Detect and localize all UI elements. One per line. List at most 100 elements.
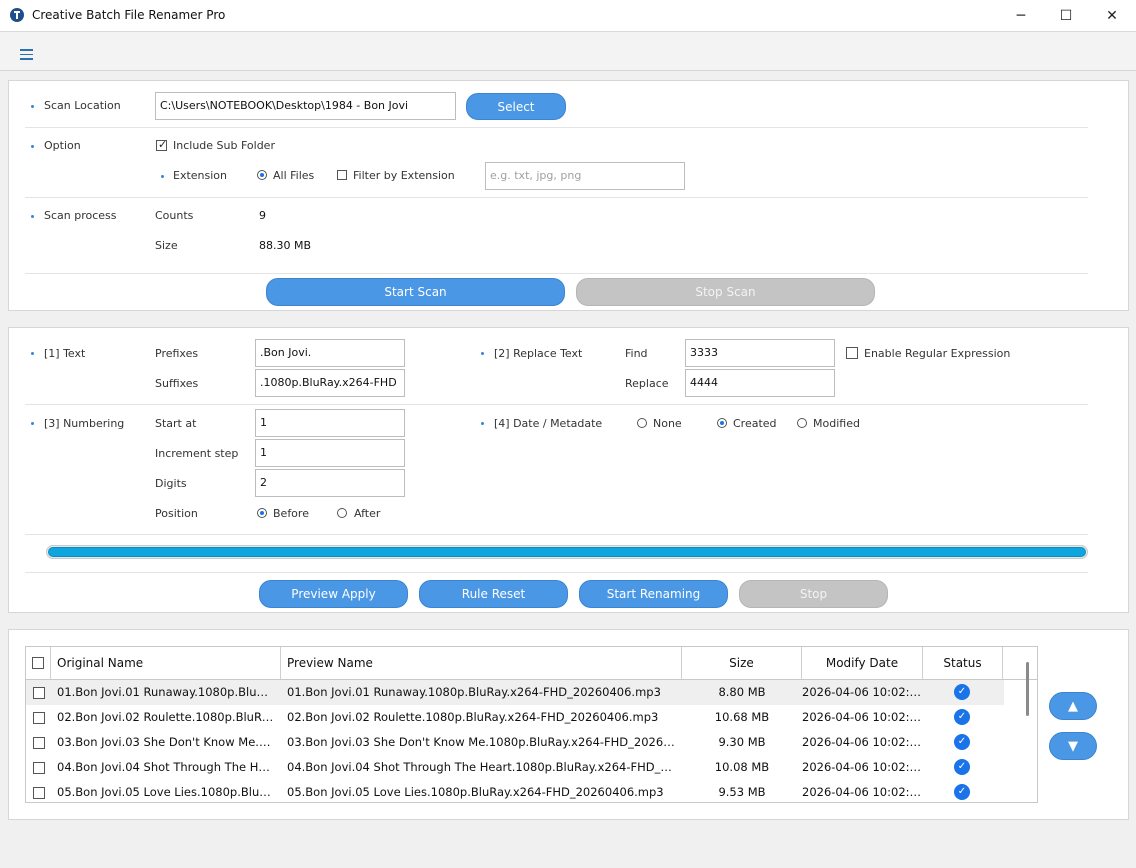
position-after-radio[interactable] xyxy=(337,508,347,518)
extension-filter-input[interactable]: e.g. txt, jpg, png xyxy=(485,162,685,190)
prefixes-input[interactable]: .Bon Jovi. xyxy=(255,339,405,367)
all-files-radio[interactable] xyxy=(257,170,267,180)
divider xyxy=(25,534,1088,535)
header-filler xyxy=(1003,647,1037,680)
row-checkbox[interactable] xyxy=(33,687,45,699)
move-down-button[interactable]: ▼ xyxy=(1049,732,1097,760)
preview-apply-button[interactable]: Preview Apply xyxy=(259,580,408,608)
rule-reset-button[interactable]: Rule Reset xyxy=(419,580,568,608)
text-rule-label: [1] Text xyxy=(44,347,86,360)
row-checkbox[interactable] xyxy=(33,737,45,749)
increment-step-input[interactable]: 1 xyxy=(255,439,405,467)
preview-name-cell: 05.Bon Jovi.05 Love Lies.1080p.BluRay.x2… xyxy=(287,785,664,799)
start-renaming-button[interactable]: Start Renaming xyxy=(579,580,728,608)
position-label: Position xyxy=(155,507,198,520)
table-body: 01.Bon Jovi.01 Runaway.1080p.BluR... 01.B… xyxy=(26,680,1004,802)
row-checkbox[interactable] xyxy=(33,787,45,799)
preview-name-cell: 04.Bon Jovi.04 Shot Through The Heart.10… xyxy=(287,760,676,774)
maximize-button[interactable]: ☐ xyxy=(1043,0,1089,31)
date-none-label: None xyxy=(653,417,682,430)
position-before-radio[interactable] xyxy=(257,508,267,518)
scan-location-input[interactable]: C:\Users\NOTEBOOK\Desktop\1984 - Bon Jov… xyxy=(155,92,456,120)
bullet-icon xyxy=(481,352,484,355)
status-check-icon: ✓ xyxy=(954,759,970,775)
move-up-button[interactable]: ▲ xyxy=(1049,692,1097,720)
table-row[interactable]: 03.Bon Jovi.03 She Don't Know Me.1... 03.… xyxy=(26,730,1004,755)
divider xyxy=(25,572,1088,573)
suffixes-input[interactable]: .1080p.BluRay.x264-FHD xyxy=(255,369,405,397)
table-scrollbar[interactable] xyxy=(1026,662,1029,716)
size-header[interactable]: Size xyxy=(682,647,802,680)
bullet-icon xyxy=(31,145,34,148)
select-all-checkbox[interactable] xyxy=(32,657,44,669)
bullet-icon xyxy=(31,105,34,108)
size-value: 88.30 MB xyxy=(259,239,312,252)
date-modified-label: Modified xyxy=(813,417,860,430)
app-logo-icon xyxy=(10,8,24,22)
table-row[interactable]: 01.Bon Jovi.01 Runaway.1080p.BluR... 01.B… xyxy=(26,680,1004,705)
start-at-input[interactable]: 1 xyxy=(255,409,405,437)
position-before-label: Before xyxy=(273,507,309,520)
rules-panel: [1] Text Prefixes .Bon Jovi. Suffixes .1… xyxy=(8,327,1129,613)
status-check-icon: ✓ xyxy=(954,684,970,700)
counts-value: 9 xyxy=(259,209,266,222)
scan-process-label: Scan process xyxy=(44,209,117,222)
size-cell: 8.80 MB xyxy=(718,685,766,699)
digits-input[interactable]: 2 xyxy=(255,469,405,497)
counts-label: Counts xyxy=(155,209,194,222)
status-check-icon: ✓ xyxy=(954,784,970,800)
close-button[interactable]: ✕ xyxy=(1089,0,1135,31)
size-cell: 10.08 MB xyxy=(714,760,770,774)
extension-label: Extension xyxy=(173,169,228,182)
table-row[interactable]: 02.Bon Jovi.02 Roulette.1080p.BluRay... 0… xyxy=(26,705,1004,730)
divider xyxy=(25,404,1088,405)
preview-name-cell: 01.Bon Jovi.01 Runaway.1080p.BluRay.x264… xyxy=(287,685,661,699)
original-name-cell: 01.Bon Jovi.01 Runaway.1080p.BluR... xyxy=(57,685,275,699)
date-metadata-label: [4] Date / Metadate xyxy=(494,417,603,430)
title-bar: Creative Batch File Renamer Pro ─ ☐ ✕ xyxy=(0,0,1136,32)
original-name-header[interactable]: Original Name xyxy=(51,647,281,680)
stop-scan-button[interactable]: Stop Scan xyxy=(576,278,875,306)
filter-by-extension-checkbox[interactable] xyxy=(337,170,347,180)
table-row[interactable]: 04.Bon Jovi.04 Shot Through The He... 04.… xyxy=(26,755,1004,780)
date-none-radio[interactable] xyxy=(637,418,647,428)
menu-bar xyxy=(0,32,1136,71)
original-name-cell: 03.Bon Jovi.03 She Don't Know Me.1... xyxy=(57,735,275,749)
row-checkbox[interactable] xyxy=(33,762,45,774)
all-files-label: All Files xyxy=(273,169,315,182)
window-title: Creative Batch File Renamer Pro xyxy=(32,8,226,22)
find-input[interactable]: 3333 xyxy=(685,339,835,367)
divider xyxy=(25,127,1088,128)
position-after-label: After xyxy=(354,507,381,520)
replace-text-label: [2] Replace Text xyxy=(494,347,583,360)
modify-date-cell: 2026-04-06 10:02:25 xyxy=(802,710,923,724)
date-modified-radio[interactable] xyxy=(797,418,807,428)
size-label: Size xyxy=(155,239,178,252)
hamburger-menu-icon[interactable] xyxy=(20,49,34,60)
digits-label: Digits xyxy=(155,477,187,490)
replace-input[interactable]: 4444 xyxy=(685,369,835,397)
start-at-label: Start at xyxy=(155,417,197,430)
table-row[interactable]: 05.Bon Jovi.05 Love Lies.1080p.BluR... 05… xyxy=(26,780,1004,802)
modify-date-cell: 2026-04-06 10:02:26 xyxy=(802,760,923,774)
enable-regex-checkbox[interactable] xyxy=(846,347,858,359)
modify-date-header[interactable]: Modify Date xyxy=(802,647,923,680)
select-folder-button[interactable]: Select xyxy=(466,93,566,120)
row-checkbox[interactable] xyxy=(33,712,45,724)
preview-name-header[interactable]: Preview Name xyxy=(281,647,682,680)
suffixes-label: Suffixes xyxy=(155,377,199,390)
include-sub-folder-checkbox[interactable] xyxy=(156,138,167,151)
size-cell: 9.30 MB xyxy=(718,735,766,749)
date-created-radio[interactable] xyxy=(717,418,727,428)
rename-progress-fill xyxy=(48,547,1086,557)
status-check-icon: ✓ xyxy=(954,709,970,725)
original-name-cell: 05.Bon Jovi.05 Love Lies.1080p.BluR... xyxy=(57,785,275,799)
original-name-cell: 04.Bon Jovi.04 Shot Through The He... xyxy=(57,760,275,774)
status-header[interactable]: Status xyxy=(923,647,1003,680)
start-scan-button[interactable]: Start Scan xyxy=(266,278,565,306)
file-table: Original Name Preview Name Size Modify D… xyxy=(25,646,1038,803)
divider xyxy=(25,197,1088,198)
stop-renaming-button[interactable]: Stop xyxy=(739,580,888,608)
minimize-button[interactable]: ─ xyxy=(998,0,1044,31)
bullet-icon xyxy=(31,422,34,425)
